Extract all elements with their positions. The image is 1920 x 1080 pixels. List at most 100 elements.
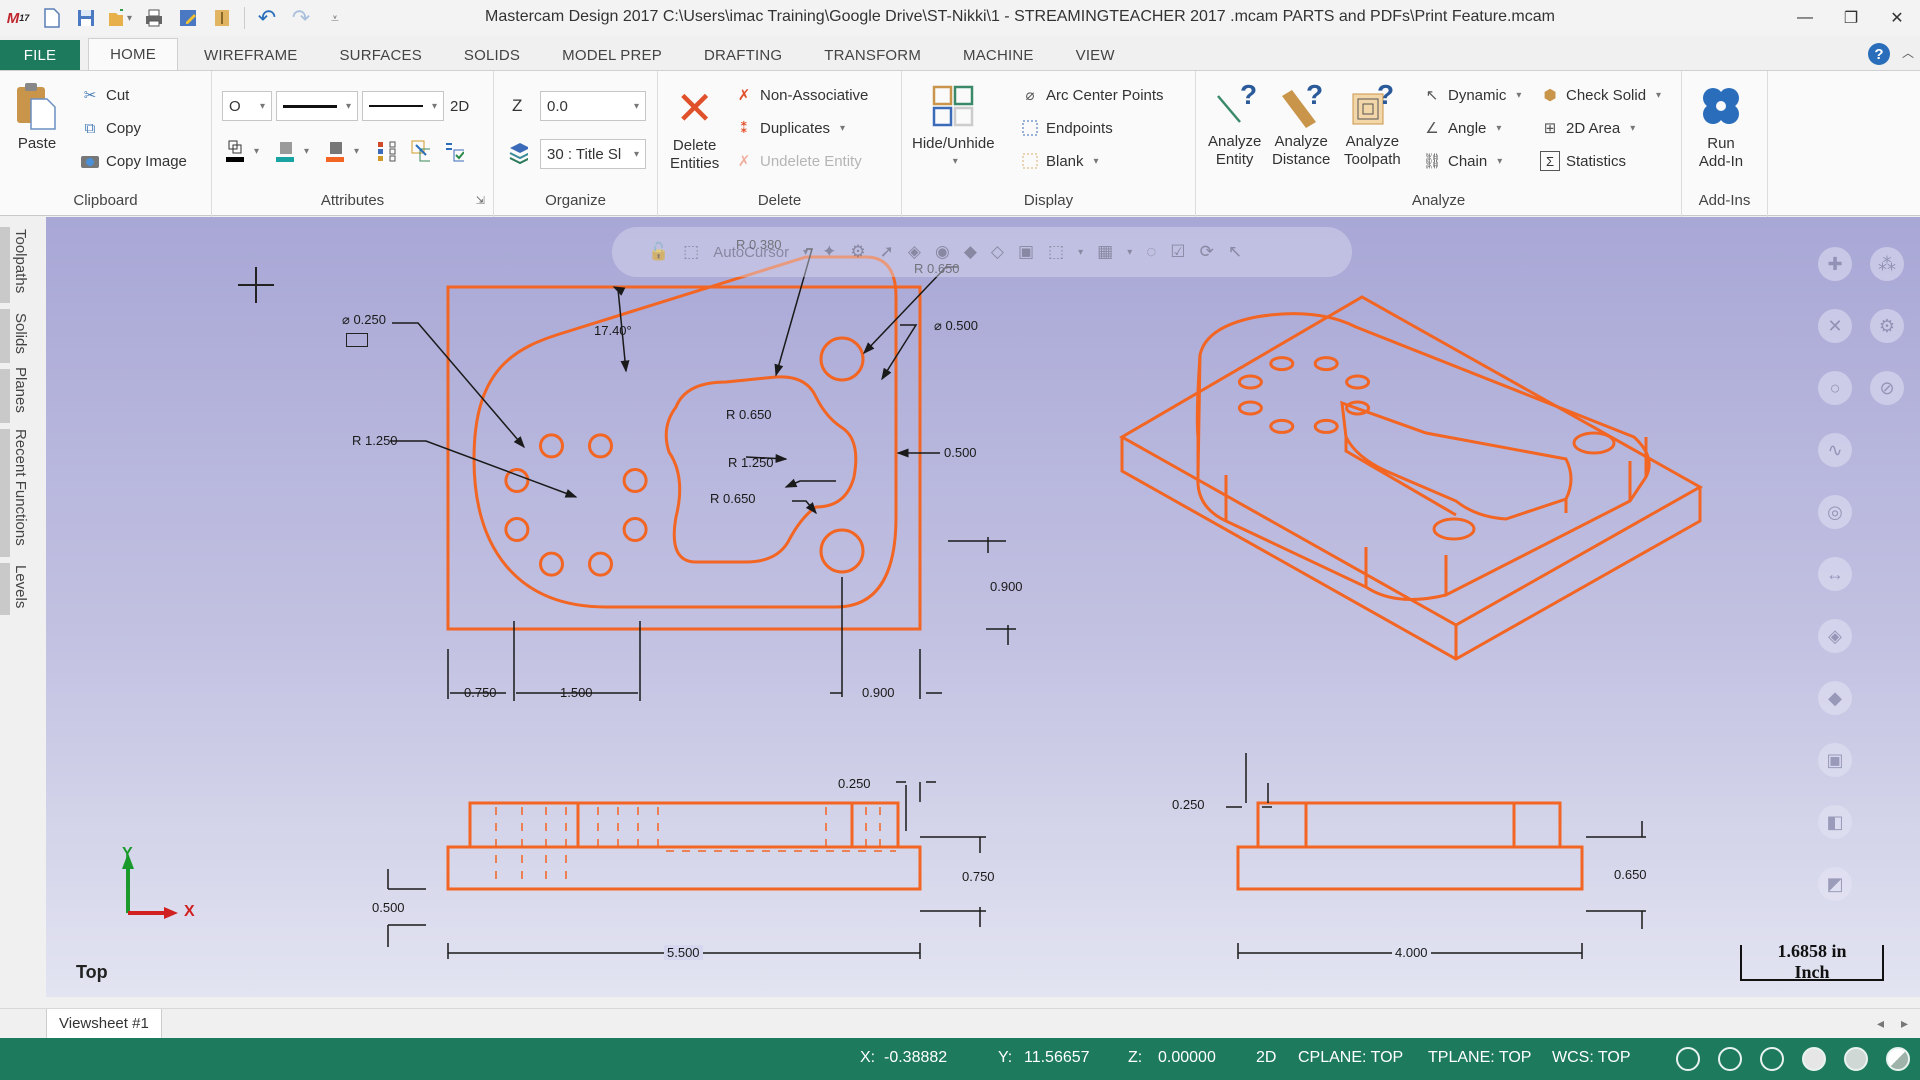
dim-front-0500[interactable]: 0.500 bbox=[372, 900, 405, 915]
level-select[interactable]: 30 : Title Sl ▾ bbox=[540, 139, 646, 169]
pointer-icon[interactable]: ➚ bbox=[880, 242, 894, 262]
select-all-icon[interactable]: ✚ bbox=[1818, 247, 1852, 281]
redo-icon[interactable]: ↷ bbox=[289, 5, 313, 30]
open-icon[interactable]: ▾ bbox=[108, 6, 132, 30]
attributes-dialog-launcher-icon[interactable]: ⇲ bbox=[476, 194, 485, 207]
verify-icon[interactable]: ◈ bbox=[908, 242, 921, 262]
customize-qat-icon[interactable]: ⩡ bbox=[323, 6, 347, 30]
dim-r1250-pocket[interactable]: R 1.250 bbox=[728, 455, 774, 470]
area-select-icon[interactable]: ▦ bbox=[1097, 242, 1113, 262]
status-x-value[interactable]: -0.38882 bbox=[884, 1049, 947, 1067]
tab-file[interactable]: FILE bbox=[0, 40, 80, 70]
undelete-entity-button[interactable]: ✗ Undelete Entity bbox=[734, 149, 862, 173]
settings-mask-icon[interactable]: ⚙ bbox=[1870, 309, 1904, 343]
dim-side-0250[interactable]: 0.250 bbox=[1172, 797, 1205, 812]
area-select-caret[interactable]: ▾ bbox=[1127, 247, 1132, 258]
save-icon[interactable] bbox=[74, 6, 98, 30]
no-mask-icon[interactable]: ⊘ bbox=[1870, 371, 1904, 405]
dim-side-0650[interactable]: 0.650 bbox=[1614, 867, 1647, 882]
set-all-attributes-button[interactable] bbox=[376, 139, 396, 163]
hide-unhide-caret[interactable]: ▾ bbox=[953, 153, 958, 171]
restore-button[interactable]: ❐ bbox=[1828, 0, 1874, 36]
help-icon[interactable]: ? bbox=[1868, 43, 1890, 65]
non-associative-button[interactable]: ✗ Non-Associative bbox=[734, 83, 869, 107]
magnet-icon[interactable]: ✦ bbox=[822, 242, 836, 262]
wireframe-color-button[interactable]: ▾ bbox=[224, 139, 259, 163]
levels-button[interactable] bbox=[508, 141, 528, 165]
point-style-select[interactable]: O ▾ bbox=[222, 91, 272, 121]
chain-select-icon[interactable]: ◉ bbox=[935, 242, 950, 262]
open-dropdown-caret[interactable]: ▾ bbox=[127, 13, 132, 24]
tab-transform[interactable]: TRANSFORM bbox=[802, 40, 941, 70]
dim-side-4000[interactable]: 4.000 bbox=[1392, 945, 1431, 960]
tab-wireframe[interactable]: WIREFRAME bbox=[178, 40, 317, 70]
status-mode[interactable]: 2D bbox=[1256, 1049, 1276, 1067]
dim-angle[interactable]: 17.40° bbox=[594, 323, 632, 338]
globe-icon[interactable] bbox=[1676, 1047, 1700, 1071]
shaded-edges-icon[interactable] bbox=[1844, 1047, 1868, 1071]
analyze-entity-button[interactable]: ? Analyze Entity bbox=[1208, 80, 1261, 169]
dim-front-0250[interactable]: 0.250 bbox=[838, 776, 871, 791]
new-file-icon[interactable] bbox=[40, 6, 64, 30]
window-select-icon[interactable]: ⬚ bbox=[1048, 242, 1064, 262]
faces-mask-icon[interactable]: ◧ bbox=[1818, 805, 1852, 839]
print-icon[interactable] bbox=[142, 6, 166, 30]
splines-mask-icon[interactable]: ∿ bbox=[1818, 433, 1852, 467]
dock-tab-planes[interactable]: Planes bbox=[12, 367, 29, 413]
status-cplane[interactable]: CPLANE: TOP bbox=[1298, 1049, 1403, 1067]
clear-colors-button[interactable] bbox=[410, 139, 430, 163]
select-last-icon[interactable]: ◌ bbox=[1146, 242, 1156, 262]
dim-0750[interactable]: 0.750 bbox=[464, 685, 497, 700]
dim-dia-small-holes[interactable]: ⌀ 0.250 bbox=[342, 312, 386, 328]
dim-0900[interactable]: 0.900 bbox=[862, 685, 895, 700]
delete-entities-button[interactable]: ✕ Delete Entities bbox=[670, 85, 719, 173]
select-icon[interactable]: ⬚ bbox=[683, 242, 699, 262]
zip2go-icon[interactable] bbox=[210, 6, 234, 30]
viewsheet-tab[interactable]: Viewsheet #1 bbox=[46, 1009, 162, 1039]
tab-view[interactable]: VIEW bbox=[1054, 40, 1135, 70]
tab-home[interactable]: HOME bbox=[88, 38, 178, 70]
chain-analyze-button[interactable]: ⛓ Chain ▾ bbox=[1422, 149, 1502, 173]
tab-machine[interactable]: MACHINE bbox=[941, 40, 1054, 70]
reset-attributes-button[interactable] bbox=[444, 139, 464, 163]
verify-select-icon[interactable]: ☑ bbox=[1170, 242, 1185, 262]
wireframe-mask-icon[interactable]: ◈ bbox=[1818, 619, 1852, 653]
tab-solids[interactable]: SOLIDS bbox=[442, 40, 540, 70]
run-addin-button[interactable]: Run Add-In bbox=[1698, 83, 1744, 171]
close-button[interactable]: ✕ bbox=[1874, 0, 1920, 36]
dim-r0650-pocket-top[interactable]: R 0.650 bbox=[726, 407, 772, 422]
line-style-select[interactable]: ▾ bbox=[276, 91, 358, 121]
shaded-icon[interactable] bbox=[1802, 1047, 1826, 1071]
tab-model-prep[interactable]: MODEL PREP bbox=[540, 40, 682, 70]
dim-r1250-left[interactable]: R 1.250 bbox=[352, 433, 398, 448]
arcs-mask-icon[interactable]: ○ bbox=[1818, 371, 1852, 405]
dynamic-analyze-button[interactable]: ↖ Dynamic ▾ bbox=[1422, 83, 1522, 107]
analyze-toolpath-button[interactable]: ? Analyze Toolpath bbox=[1344, 80, 1401, 169]
solid-color-button[interactable]: ▾ bbox=[274, 139, 309, 163]
2d-3d-toggle[interactable]: 2D bbox=[450, 94, 469, 118]
autocursor-caret[interactable]: ▾ bbox=[803, 247, 808, 258]
unselect-icon[interactable]: ↖ bbox=[1228, 242, 1242, 262]
paste-button[interactable]: Paste bbox=[14, 83, 60, 153]
endpoints-button[interactable]: Endpoints bbox=[1020, 116, 1113, 140]
dim-1500[interactable]: 1.500 bbox=[560, 685, 593, 700]
dim-height-0900[interactable]: 0.900 bbox=[990, 579, 1023, 594]
duplicates-button[interactable]: ⁑ Duplicates ▾ bbox=[734, 116, 845, 140]
angle-analyze-button[interactable]: ∠ Angle ▾ bbox=[1422, 116, 1501, 140]
dim-front-5500[interactable]: 5.500 bbox=[664, 945, 703, 960]
dock-tab-levels[interactable]: Levels bbox=[12, 565, 29, 608]
2d-area-button[interactable]: ⊞ 2D Area ▾ bbox=[1540, 116, 1636, 140]
settings-icon[interactable]: ⚙ bbox=[850, 242, 865, 262]
copy-image-button[interactable]: Copy Image bbox=[80, 149, 187, 173]
save-as-icon[interactable] bbox=[176, 6, 200, 30]
sheet-prev-icon[interactable]: ◂ bbox=[1877, 1015, 1884, 1032]
status-tplane[interactable]: TPLANE: TOP bbox=[1428, 1049, 1531, 1067]
graphics-window[interactable]: ⌀ 0.250 17.40° R 0.380 R 0.650 ⌀ 0.500 R… bbox=[46, 217, 1920, 997]
tab-surfaces[interactable]: SURFACES bbox=[317, 40, 441, 70]
arc-center-points-button[interactable]: ⌀ Arc Center Points bbox=[1020, 83, 1163, 107]
window-select-caret[interactable]: ▾ bbox=[1078, 247, 1083, 258]
blank-button[interactable]: Blank ▾ bbox=[1020, 149, 1099, 173]
statistics-button[interactable]: Σ Statistics bbox=[1540, 149, 1626, 173]
select-only-icon[interactable]: ⁂ bbox=[1870, 247, 1904, 281]
undo-icon[interactable]: ↶ bbox=[255, 5, 279, 30]
